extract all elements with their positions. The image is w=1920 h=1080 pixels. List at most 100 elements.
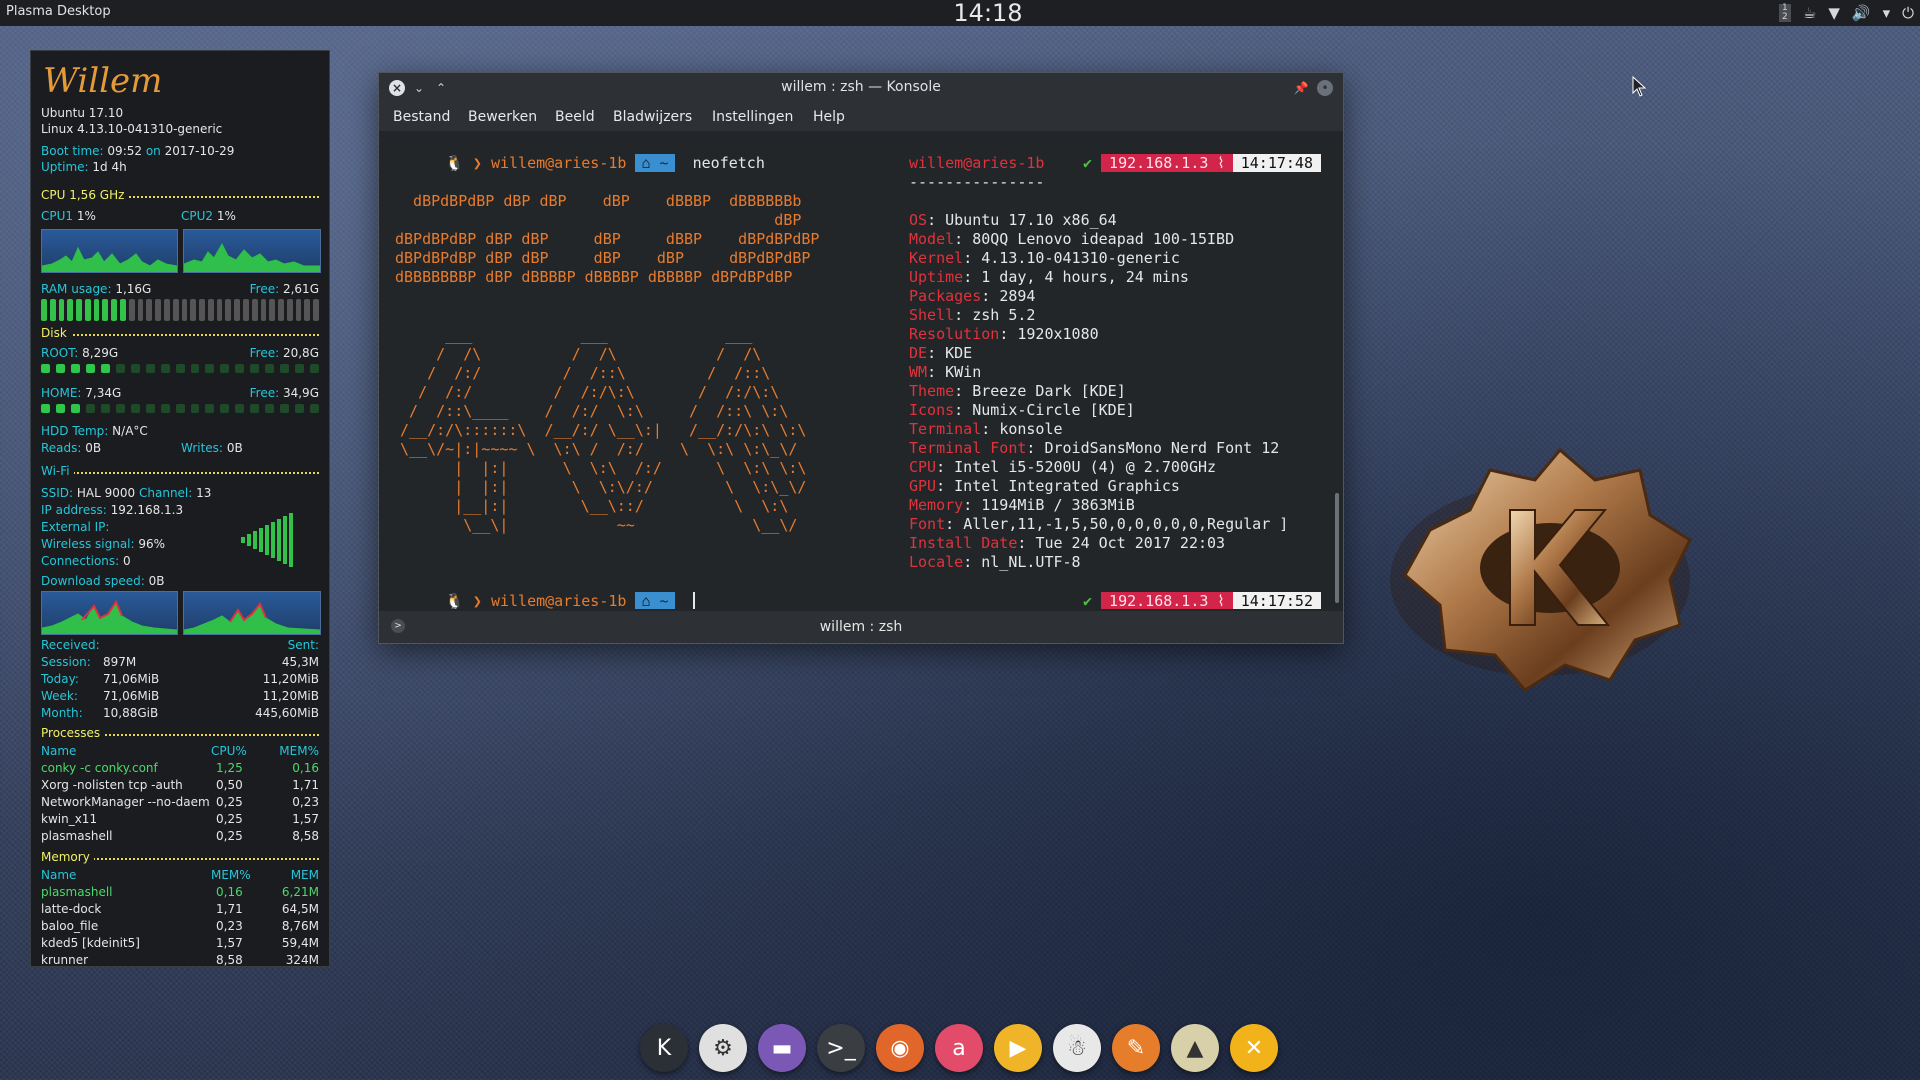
info-key: Kernel	[909, 249, 964, 267]
info-header: willem@aries-1b	[909, 154, 1044, 173]
wifi-signal-icon	[241, 513, 293, 567]
konsole-titlebar[interactable]: × ⌄ ⌃ willem : zsh — Konsole 📌 •	[379, 73, 1343, 103]
info-header-text: willem@aries-1b	[909, 154, 1045, 172]
ram-label: RAM usage:	[41, 282, 112, 296]
monitor-icon[interactable]: ☃	[1053, 1024, 1101, 1072]
firefox-icon[interactable]: ◉	[876, 1024, 924, 1072]
pin-icon[interactable]: 📌	[1293, 80, 1309, 96]
power-icon[interactable]: ⏻	[1902, 3, 1914, 23]
info-key: WM	[909, 363, 928, 381]
download-row: Download speed: 0B	[41, 573, 319, 589]
kde-launcher-icon[interactable]: K	[640, 1024, 688, 1072]
menu-help[interactable]: Help	[813, 109, 845, 125]
ram-bar-segment	[286, 299, 293, 321]
channel-label: Channel:	[139, 486, 193, 500]
dock: K ⚙ ▬ >_ ◉ a ▶ ☃ ✎ ▲ ✕	[640, 1024, 1278, 1076]
ssid-value: HAL 9000	[76, 486, 136, 500]
menu-beeld[interactable]: Beeld	[555, 109, 595, 125]
wifi-icon[interactable]: ▼	[1828, 3, 1840, 23]
cup-icon[interactable]: ☕	[1803, 3, 1816, 23]
disk-usage-segment	[115, 363, 125, 373]
prompt-arrow-icon: ❯	[472, 592, 482, 609]
memory-row: baloo_file 0,23 8,76M	[41, 918, 319, 934]
boot-label: Boot time:	[41, 144, 104, 158]
info-value: Numix-Circle [KDE]	[972, 401, 1135, 419]
processes-section: Processes	[41, 725, 319, 741]
ram-free: 2,61G	[282, 282, 319, 296]
traffic-label: Week:	[41, 689, 78, 703]
signal-label: Wireless signal:	[41, 537, 135, 551]
ram-bar-segment	[111, 299, 118, 321]
disk-usage-segment	[70, 403, 80, 413]
menu-icon[interactable]: •	[1317, 80, 1333, 96]
ram-bar-segment	[278, 299, 284, 321]
info-key: DE	[909, 344, 928, 362]
row-name: NetworkManager --no-daem	[41, 795, 210, 809]
memory-label: Memory	[41, 850, 94, 864]
disk-usage-segment	[145, 363, 155, 373]
terminal-scrollbar[interactable]	[1335, 493, 1339, 603]
ram-free-label: Free:	[249, 282, 280, 296]
traffic-sent: 11,20MiB	[262, 672, 319, 686]
ram-used: 1,16G	[115, 282, 152, 296]
system-tray: 1 2 ☕ ▼ 🔊 ▾ ⏻	[1778, 3, 1914, 23]
ram-bar-segment	[269, 299, 276, 321]
inkscape-icon[interactable]: ▲	[1171, 1024, 1219, 1072]
terminal-icon[interactable]: >_	[817, 1024, 865, 1072]
ip-chip-text: 192.168.1.3	[1109, 592, 1209, 609]
ip-chip: 192.168.1.3 ⌇	[1101, 592, 1233, 609]
os-text: Ubuntu 17.10	[41, 106, 124, 120]
music-icon[interactable]: a	[935, 1024, 983, 1072]
xbmc-icon[interactable]: ✕	[1230, 1024, 1278, 1072]
menu-bladwijzers[interactable]: Bladwijzers	[613, 109, 692, 125]
info-value: KWin	[945, 363, 982, 381]
info-line: GPU: Intel Integrated Graphics	[909, 477, 1180, 495]
media-player-icon[interactable]: ▶	[994, 1024, 1042, 1072]
cpu1-value: 1%	[76, 209, 96, 223]
row-value-1: 0,16	[216, 885, 243, 899]
clock[interactable]: 14:18	[0, 0, 1920, 26]
check-icon: ✔	[1082, 592, 1093, 609]
ram-bar-segment	[58, 299, 65, 321]
download-label: Download speed:	[41, 574, 145, 588]
ram-bar-segment	[234, 299, 240, 321]
system-settings-icon[interactable]: ⚙	[699, 1024, 747, 1072]
gimp-icon[interactable]: ✎	[1112, 1024, 1160, 1072]
terminal-area[interactable]: 🐧 ❯ willem@aries-1b ⌂ ~ neofetch ✔ 192.1…	[383, 131, 1329, 609]
info-value: 80QQ Lenovo ideapad 100-15IBD	[972, 230, 1235, 248]
cpu1-label: CPU1	[41, 209, 74, 223]
ram-bar-segment	[304, 299, 311, 321]
row-value-1: 8,58	[216, 953, 243, 967]
prompt-line-1: 🐧 ❯ willem@aries-1b ⌂ ~ neofetch	[391, 135, 765, 192]
row-name: kwin_x11	[41, 812, 98, 826]
ram-bar-segment	[172, 299, 179, 321]
pager-icon[interactable]: 1 2	[1778, 4, 1791, 22]
disk-usage-segment	[160, 403, 170, 413]
info-value: konsole	[999, 420, 1063, 438]
traffic-label: Session:	[41, 655, 91, 669]
ascii-logo-line: dBPdBPdBP dBP dBP dBP dBP dBPdBPdBP	[395, 249, 811, 267]
hdd-temp-label: HDD Temp:	[41, 424, 109, 438]
file-manager-icon[interactable]: ▬	[758, 1024, 806, 1072]
menu-instellingen[interactable]: Instellingen	[712, 109, 793, 125]
arrow-up-icon[interactable]: ▾	[1883, 3, 1891, 23]
proc-header-mem: MEM%	[279, 744, 319, 758]
uptime-label: Uptime:	[41, 160, 89, 174]
info-line: DE: KDE	[909, 344, 973, 362]
ram-bar-segment	[225, 299, 232, 321]
konsole-window[interactable]: × ⌄ ⌃ willem : zsh — Konsole 📌 • Bestand…	[378, 72, 1344, 644]
menu-bestand[interactable]: Bestand	[393, 109, 450, 125]
ip-chip: 192.168.1.3 ⌇	[1101, 154, 1233, 172]
ram-bar-segment	[260, 299, 267, 321]
uptime-value: 1d 4h	[92, 160, 127, 174]
ascii-art-line: \__\| ~~ \__\/	[391, 516, 798, 534]
tab-title[interactable]: willem : zsh	[379, 619, 1343, 635]
prompt-dir: ~	[659, 154, 669, 172]
home-free: 34,9G	[282, 386, 319, 400]
info-value: 1920x1080	[1017, 325, 1099, 343]
cpu2-label: CPU2	[181, 209, 214, 223]
volume-icon[interactable]: 🔊	[1852, 3, 1871, 23]
menu-bewerken[interactable]: Bewerken	[468, 109, 537, 125]
info-value: Intel i5-5200U (4) @ 2.700GHz	[954, 458, 1217, 476]
linux-icon: 🐧	[445, 592, 464, 609]
